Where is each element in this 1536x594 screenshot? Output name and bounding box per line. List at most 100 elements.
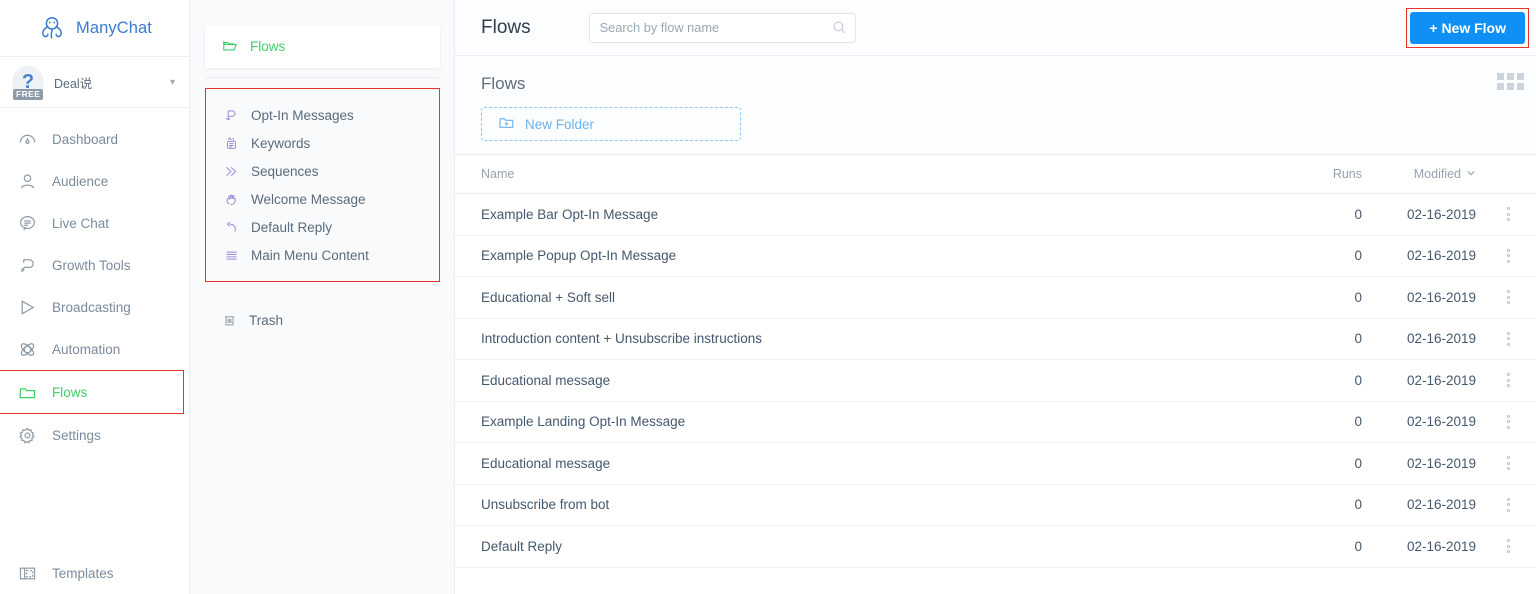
new-folder-label: New Folder: [525, 116, 595, 132]
keywords-icon: [222, 134, 240, 152]
chevron-down-icon: [1466, 167, 1476, 181]
flow-name: Educational message: [481, 455, 611, 471]
flow-name: Example Popup Opt-In Message: [481, 248, 677, 264]
sidebar-item-broadcasting[interactable]: Broadcasting: [0, 286, 189, 328]
row-actions[interactable]: [1480, 369, 1536, 391]
row-actions[interactable]: [1480, 535, 1536, 557]
column-header-runs: Runs: [1332, 167, 1362, 181]
row-actions[interactable]: [1480, 411, 1536, 433]
table-row[interactable]: Educational message 0 02-16-2019: [455, 360, 1536, 402]
sidebar-item-audience[interactable]: Audience: [0, 160, 189, 202]
kebab-menu-icon[interactable]: [1503, 494, 1514, 516]
sidebar-item-label: Growth Tools: [52, 257, 131, 273]
new-flow-button[interactable]: + New Flow: [1410, 12, 1525, 44]
row-actions[interactable]: [1480, 494, 1536, 516]
account-name: Deal说: [54, 76, 93, 91]
templates-icon: [16, 562, 38, 584]
wave-hand-icon: [222, 190, 240, 208]
sidebar-item-settings[interactable]: Settings: [0, 414, 189, 456]
search-input[interactable]: [588, 12, 856, 43]
column-header-modified[interactable]: Modified: [1362, 167, 1480, 181]
tree-item-default-reply[interactable]: Default Reply: [206, 213, 439, 241]
kebab-menu-icon[interactable]: [1503, 411, 1514, 433]
sidebar-item-growth-tools[interactable]: Growth Tools: [0, 244, 189, 286]
new-flow-highlight: + New Flow: [1406, 8, 1529, 48]
row-actions[interactable]: [1480, 245, 1536, 267]
flow-modified: 02-16-2019: [1406, 248, 1476, 264]
tree-item-keywords[interactable]: Keywords: [206, 129, 439, 157]
tree-item-label: Flows: [250, 38, 286, 54]
sidebar-item-templates[interactable]: Templates: [0, 552, 190, 594]
send-icon: [16, 296, 38, 318]
avatar-wrapper: ? FREE: [12, 66, 44, 100]
tree-item-welcome-message[interactable]: Welcome Message: [206, 185, 439, 213]
table-row[interactable]: Introduction content + Unsubscribe instr…: [455, 319, 1536, 360]
sidebar-item-dashboard[interactable]: Dashboard: [0, 118, 189, 160]
flow-runs: 0: [1354, 248, 1362, 264]
row-actions[interactable]: [1480, 452, 1536, 474]
flow-modified: 02-16-2019: [1406, 372, 1476, 388]
brand[interactable]: ManyChat: [0, 0, 189, 56]
row-actions[interactable]: [1480, 286, 1536, 308]
atom-icon: [16, 338, 38, 360]
table-row[interactable]: Educational + Soft sell 0 02-16-2019: [455, 277, 1536, 319]
flow-name: Example Bar Opt-In Message: [481, 206, 659, 222]
flow-runs: 0: [1354, 331, 1362, 347]
table-header-row: Name Runs Modified: [455, 155, 1536, 194]
folder-tree-root-card: Flows: [205, 26, 440, 68]
table-row[interactable]: Example Popup Opt-In Message 0 02-16-2019: [455, 236, 1536, 277]
sidebar-item-label: Automation: [52, 341, 121, 357]
row-actions[interactable]: [1480, 203, 1536, 225]
search-wrapper: [588, 12, 856, 43]
sidebar-item-flows[interactable]: Flows: [0, 370, 184, 414]
tree-item-main-menu-content[interactable]: Main Menu Content: [206, 241, 439, 269]
sidebar-item-live-chat[interactable]: Live Chat: [0, 202, 189, 244]
new-folder-button[interactable]: New Folder: [481, 107, 741, 141]
sidebar-item-label: Audience: [52, 173, 109, 189]
folder-plus-icon: [498, 114, 515, 134]
column-header-name: Name: [481, 167, 515, 181]
table-row[interactable]: Unsubscribe from bot 0 02-16-2019: [455, 485, 1536, 526]
tree-item-label: Main Menu Content: [251, 247, 369, 263]
tree-item-flows-root[interactable]: Flows: [205, 32, 440, 60]
kebab-menu-icon[interactable]: [1503, 369, 1514, 391]
row-actions[interactable]: [1480, 328, 1536, 350]
kebab-menu-icon[interactable]: [1503, 286, 1514, 308]
kebab-menu-icon[interactable]: [1503, 245, 1514, 267]
flow-runs: 0: [1354, 455, 1362, 471]
tree-item-trash[interactable]: Trash: [190, 306, 454, 334]
flow-name: Educational message: [481, 372, 611, 388]
sidebar-nav: Dashboard Audience Live Chat Growth Tool…: [0, 108, 189, 456]
kebab-menu-icon[interactable]: [1503, 452, 1514, 474]
flow-modified: 02-16-2019: [1406, 538, 1476, 554]
menu-lines-icon: [222, 246, 240, 264]
plan-badge: FREE: [13, 88, 44, 100]
sidebar-item-automation[interactable]: Automation: [0, 328, 189, 370]
flow-name: Unsubscribe from bot: [481, 497, 610, 513]
kebab-menu-icon[interactable]: [1503, 203, 1514, 225]
kebab-menu-icon[interactable]: [1503, 328, 1514, 350]
dashboard-icon: [16, 128, 38, 150]
sidebar-item-label: Live Chat: [52, 215, 110, 231]
flow-runs: 0: [1354, 372, 1362, 388]
flow-runs: 0: [1354, 414, 1362, 430]
kebab-menu-icon[interactable]: [1503, 535, 1514, 557]
table-row[interactable]: Educational message 0 02-16-2019: [455, 443, 1536, 485]
table-row[interactable]: Example Bar Opt-In Message 0 02-16-2019: [455, 194, 1536, 236]
folder-icon: [16, 381, 38, 403]
chevron-down-icon[interactable]: ▾: [170, 77, 175, 88]
tree-item-label: Opt-In Messages: [251, 107, 354, 123]
content-title: Flows: [481, 74, 526, 93]
tree-item-label: Welcome Message: [251, 191, 366, 207]
sequences-icon: [222, 162, 240, 180]
folder-open-icon: [221, 37, 239, 55]
account-switcher[interactable]: ? FREE Deal说 ▾: [0, 57, 189, 107]
tree-item-sequences[interactable]: Sequences: [206, 157, 439, 185]
sidebar-item-label: Templates: [52, 565, 114, 581]
divider: [205, 77, 439, 78]
content-header: Flows New Folder: [455, 56, 1536, 154]
grid-view-icon[interactable]: [1497, 73, 1524, 90]
table-row[interactable]: Example Landing Opt-In Message 0 02-16-201…: [455, 402, 1536, 443]
tree-item-opt-in-messages[interactable]: Opt-In Messages: [206, 101, 439, 129]
table-row[interactable]: Default Reply 0 02-16-2019: [455, 526, 1536, 568]
